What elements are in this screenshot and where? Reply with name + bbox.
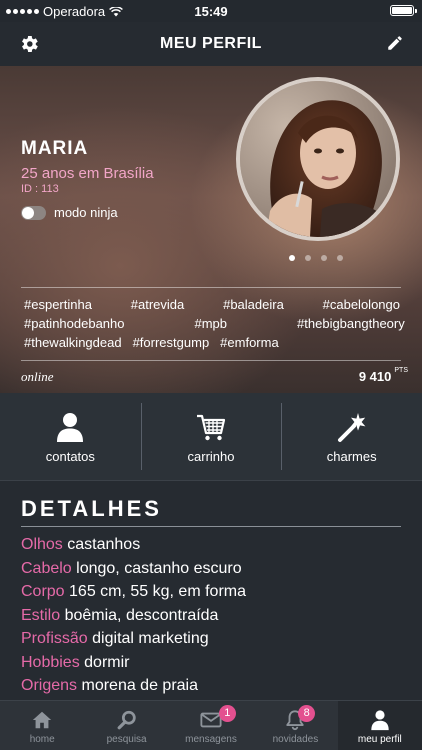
divider xyxy=(21,287,401,288)
tag-item[interactable]: #emforma xyxy=(220,333,279,352)
points-unit: PTS xyxy=(394,367,408,374)
messages-badge: 1 xyxy=(218,705,236,722)
cart-button[interactable]: carrinho xyxy=(140,393,282,480)
clock: 15:49 xyxy=(194,4,228,19)
detail-item: Cabelo longo, castanho escuro xyxy=(21,557,246,581)
tab-messages[interactable]: mensagens 1 xyxy=(169,701,253,750)
tab-label: mensagens xyxy=(185,734,237,745)
profile-id: ID : 113 xyxy=(21,183,59,195)
tag-item[interactable]: #forrestgump xyxy=(133,333,210,352)
details-section: DETALHES Olhos castanhos Cabelo longo, ca… xyxy=(0,482,422,700)
tag-item[interactable]: #patinhodebanho xyxy=(24,314,125,333)
ninja-mode-toggle[interactable] xyxy=(21,205,46,220)
tab-my-profile[interactable]: meu perfil xyxy=(337,701,422,750)
detail-value: 165 cm, 55 kg, em forma xyxy=(69,583,246,600)
profile-name: MARIA xyxy=(21,138,89,159)
tab-label: meu perfil xyxy=(357,734,402,745)
points-value: 9 410 xyxy=(358,369,392,384)
detail-value: longo, castanho escuro xyxy=(76,559,242,577)
tag-item[interactable]: #thewalkingdead xyxy=(24,333,122,352)
detail-value: morena de praia xyxy=(81,677,198,694)
detail-item: Corpo 165 cm, 55 kg, em forma xyxy=(21,580,246,604)
ninja-mode-row: modo ninja xyxy=(21,205,118,220)
nav-bar: MEU PERFIL xyxy=(0,22,422,66)
detail-value: digital marketing xyxy=(92,630,209,647)
magic-wand-icon xyxy=(337,413,366,442)
charms-label: charmes xyxy=(326,449,377,464)
detail-key: Origens xyxy=(21,677,78,694)
tab-label: pesquisa xyxy=(106,734,147,745)
detail-item: Profissão digital marketing xyxy=(21,627,246,651)
page-dot[interactable] xyxy=(321,255,327,261)
details-title: DETALHES xyxy=(21,496,162,521)
tab-home[interactable]: home xyxy=(0,701,84,750)
charms-button[interactable]: charmes xyxy=(281,393,422,480)
tag-item[interactable]: #cabelolongo xyxy=(323,295,400,314)
cart-icon xyxy=(197,414,226,441)
contacts-button[interactable]: contatos xyxy=(0,393,141,480)
detail-key: Profissão xyxy=(21,630,88,647)
divider xyxy=(21,360,401,361)
profile-photo xyxy=(240,81,396,237)
detail-key: Corpo xyxy=(21,583,65,600)
detail-item: Hobbies dormir xyxy=(21,651,246,675)
tag-item[interactable]: #atrevida xyxy=(131,295,184,314)
page-dot[interactable] xyxy=(305,255,311,261)
detail-key: Olhos xyxy=(21,536,63,553)
tag-item[interactable]: #baladeira xyxy=(223,295,284,314)
page-title: MEU PERFIL xyxy=(160,35,262,52)
details-list: Olhos castanhos Cabelo longo, castanho es… xyxy=(21,533,246,698)
pencil-icon[interactable] xyxy=(386,34,404,52)
news-badge: 8 xyxy=(298,705,316,722)
tag-row: #espertinha #atrevida #baladeira #cabelolon… xyxy=(24,295,400,314)
profile-icon xyxy=(371,710,389,731)
battery-icon xyxy=(390,5,417,16)
page-dot[interactable] xyxy=(337,255,343,261)
tag-item[interactable]: #thebigbangtheory xyxy=(297,314,405,333)
tag-row: #thewalkingdead #forrestgump #emforma xyxy=(24,333,400,352)
profile-age-location: 25 anos em Brasília xyxy=(21,165,154,182)
points-counter: 9 410 PTS xyxy=(358,367,408,384)
tag-item[interactable]: #mpb xyxy=(195,314,228,333)
ninja-mode-label: modo ninja xyxy=(54,205,118,220)
detail-item: Origens morena de praia xyxy=(21,674,246,698)
cart-label: carrinho xyxy=(187,449,235,464)
action-bar: contatos carrinho charmes xyxy=(0,393,422,481)
status-bar: Operadora 15:49 xyxy=(0,0,422,22)
person-icon xyxy=(57,413,84,442)
detail-value: boêmia, descontraída xyxy=(64,606,219,624)
tab-bar: home pesquisa mensagens 1 novidades 8 me… xyxy=(0,700,422,750)
detail-item: Olhos castanhos xyxy=(21,533,246,557)
search-icon xyxy=(117,710,136,730)
page-dot[interactable] xyxy=(289,255,295,261)
detail-key: Cabelo xyxy=(21,559,72,577)
avatar[interactable] xyxy=(236,77,400,241)
contacts-label: contatos xyxy=(45,449,95,464)
tag-row: #patinhodebanho #mpb #thebigbangtheory xyxy=(24,314,405,333)
detail-value: dormir xyxy=(84,653,130,671)
tab-label: home xyxy=(29,734,55,745)
divider xyxy=(21,526,401,527)
detail-value: castanhos xyxy=(67,536,141,553)
detail-key: Estilo xyxy=(21,606,61,624)
tag-list: #espertinha #atrevida #baladeira #cabelolon… xyxy=(24,295,405,352)
photo-page-indicator[interactable] xyxy=(289,255,343,261)
home-icon xyxy=(33,711,52,729)
tab-news[interactable]: novidades 8 xyxy=(253,701,337,750)
tab-label: novidades xyxy=(272,734,319,745)
detail-item: Estilo boêmia, descontraída xyxy=(21,604,246,628)
detail-key: Hobbies xyxy=(21,653,80,671)
profile-header: MARIA 25 anos em Brasília ID : 113 modo … xyxy=(0,66,422,393)
online-status: online xyxy=(21,369,54,384)
tab-search[interactable]: pesquisa xyxy=(84,701,168,750)
tag-item[interactable]: #espertinha xyxy=(24,295,92,314)
